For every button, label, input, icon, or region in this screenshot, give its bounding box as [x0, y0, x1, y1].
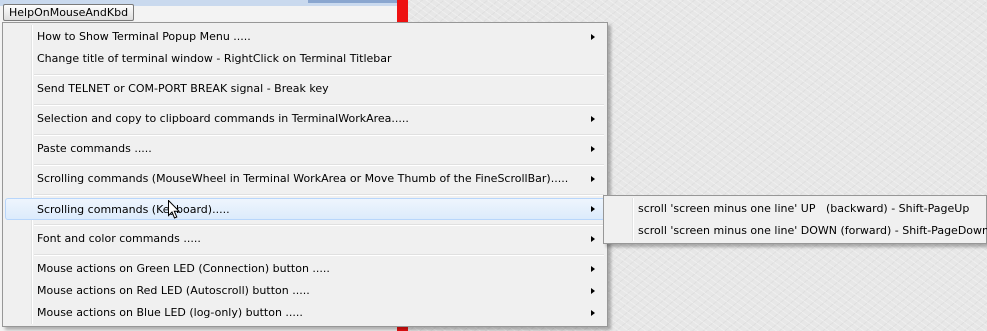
submenu-arrow-icon [591, 34, 595, 40]
submenu-arrow-icon [591, 288, 595, 294]
help-on-mouse-and-kbd-menu-button[interactable]: HelpOnMouseAndKbd [3, 4, 135, 21]
menu-item-change-title[interactable]: Change title of terminal window - RightC… [5, 48, 605, 70]
menu-item-label: Font and color commands ..... [37, 232, 201, 245]
menu-item-label: Mouse actions on Blue LED (log-only) but… [37, 306, 303, 319]
menu-item-show-popup-menu[interactable]: How to Show Terminal Popup Menu ..... [5, 26, 605, 48]
menu-item-paste[interactable]: Paste commands ..... [5, 138, 605, 160]
submenu-arrow-icon [591, 310, 595, 316]
menu-item-red-led[interactable]: Mouse actions on Red LED (Autoscroll) bu… [5, 280, 605, 302]
menu-item-scrolling-mouse[interactable]: Scrolling commands (MouseWheel in Termin… [5, 168, 605, 190]
menu-separator [34, 104, 604, 106]
menu-separator [34, 224, 604, 226]
menu-separator [34, 134, 604, 136]
menu-item-scrolling-keyboard[interactable]: Scrolling commands (Keyboard)..... [5, 198, 605, 220]
submenu-item-scroll-up[interactable]: scroll 'screen minus one line' UP (backw… [606, 198, 984, 220]
menu-item-label: How to Show Terminal Popup Menu ..... [37, 30, 251, 43]
menu-item-label: Scrolling commands (MouseWheel in Termin… [37, 172, 569, 185]
menu-item-selection-copy[interactable]: Selection and copy to clipboard commands… [5, 108, 605, 130]
menu-item-label: Selection and copy to clipboard commands… [37, 112, 409, 125]
submenu-arrow-icon [591, 236, 595, 242]
fine-scrollbar-thumb[interactable] [308, 0, 398, 3]
submenu-arrow-icon [591, 266, 595, 272]
menu-item-label: Send TELNET or COM-PORT BREAK signal - B… [37, 82, 329, 95]
menu-item-label: Mouse actions on Red LED (Autoscroll) bu… [37, 284, 310, 297]
menu-separator [34, 254, 604, 256]
submenu-item-label: scroll 'screen minus one line' DOWN (for… [638, 224, 987, 237]
submenu-arrow-icon [591, 146, 595, 152]
submenu-item-scroll-down[interactable]: scroll 'screen minus one line' DOWN (for… [606, 220, 987, 242]
scrolling-keyboard-submenu: scroll 'screen minus one line' UP (backw… [603, 195, 987, 244]
submenu-arrow-icon [591, 116, 595, 122]
menu-item-label: Paste commands ..... [37, 142, 152, 155]
help-popup-menu: How to Show Terminal Popup Menu ..... Ch… [2, 22, 608, 327]
menu-item-font-color[interactable]: Font and color commands ..... [5, 228, 605, 250]
menu-separator [34, 164, 604, 166]
menu-item-blue-led[interactable]: Mouse actions on Blue LED (log-only) but… [5, 302, 605, 324]
menu-item-send-break[interactable]: Send TELNET or COM-PORT BREAK signal - B… [5, 78, 605, 100]
mouse-pointer-icon [168, 200, 180, 219]
menu-item-label: Mouse actions on Green LED (Connection) … [37, 262, 330, 275]
submenu-arrow-icon [591, 176, 595, 182]
submenu-item-label: scroll 'screen minus one line' UP (backw… [638, 202, 970, 215]
menu-item-label: Change title of terminal window - RightC… [37, 52, 392, 65]
menu-item-label: Scrolling commands (Keyboard)..... [37, 203, 230, 216]
menu-separator [34, 74, 604, 76]
menu-separator [34, 194, 604, 196]
menu-item-green-led[interactable]: Mouse actions on Green LED (Connection) … [5, 258, 605, 280]
submenu-arrow-icon [591, 206, 595, 212]
